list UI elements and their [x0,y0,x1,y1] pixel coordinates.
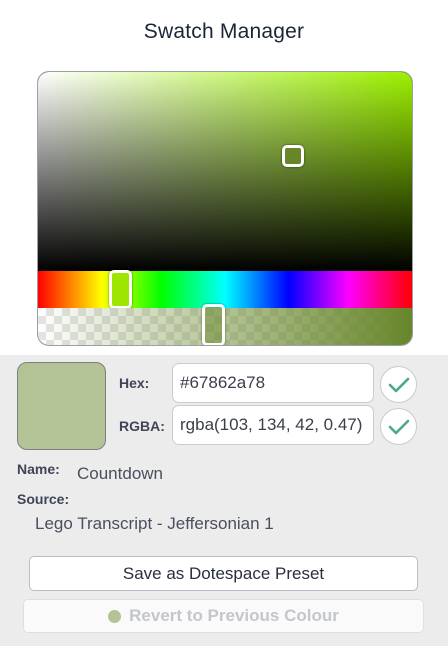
save-preset-button[interactable]: Save as Dotespace Preset [29,556,418,591]
color-picker[interactable] [37,71,413,346]
name-value: Countdown [77,464,164,483]
source-value: Lego Transcript - Jeffersonian 1 [35,514,274,533]
color-preview-swatch [17,362,106,450]
confirm-rgba-button[interactable] [380,408,417,445]
revert-colour-label: Revert to Previous Colour [129,606,339,625]
hue-slider-handle[interactable] [109,270,132,309]
hex-label: Hex: [119,375,150,391]
alpha-slider-handle[interactable] [202,304,225,345]
checkmark-icon [388,419,409,434]
rgba-input[interactable]: rgba(103, 134, 42, 0.47) [172,405,374,445]
alpha-gradient [38,308,412,345]
source-label: Source: [17,491,70,507]
saturation-value-area[interactable] [38,72,412,271]
hue-slider[interactable] [38,271,412,308]
page-title: Swatch Manager [143,20,305,43]
saturation-value-handle[interactable] [282,145,304,167]
confirm-hex-button[interactable] [380,366,417,403]
hex-input[interactable]: #67862a78 [172,363,374,403]
revert-colour-button[interactable]: Revert to Previous Colour [23,599,424,633]
colour-dot-icon [108,609,122,623]
rgba-label: RGBA: [119,418,165,434]
alpha-slider[interactable] [38,308,412,345]
name-label: Name: [17,461,60,477]
checkmark-icon [388,377,409,392]
